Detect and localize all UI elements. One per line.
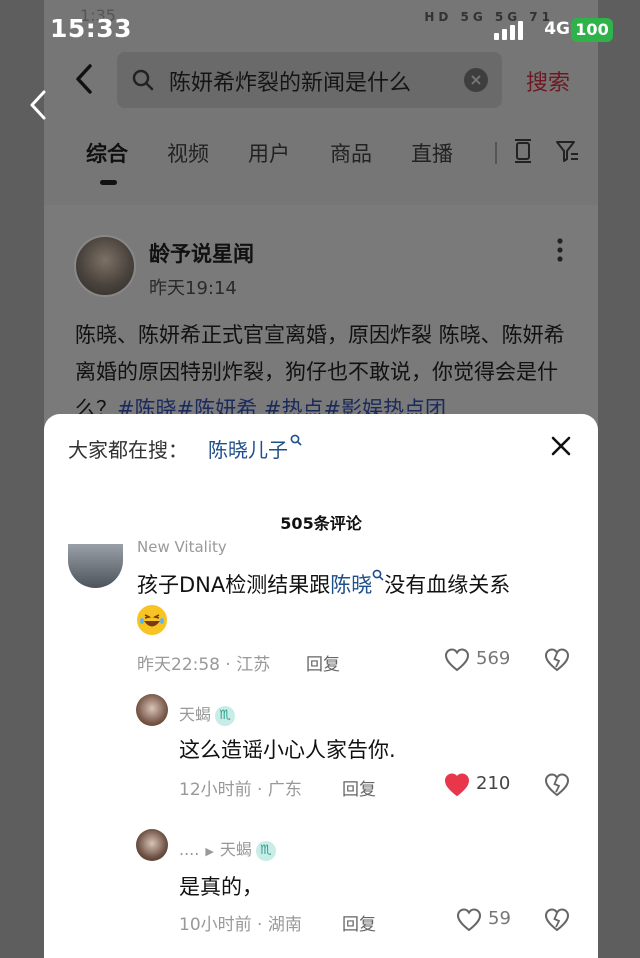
tab-live[interactable]: 直播: [411, 138, 453, 168]
dislike-icon[interactable]: [544, 907, 570, 933]
commenter-name[interactable]: 天蝎 ♏: [179, 701, 236, 726]
post-text: 陈晓、陈妍希正式官宣离婚，原因炸裂 陈晓、陈妍希离婚的原因特别炸裂，狗仔也不敢说…: [75, 317, 575, 428]
comment-text: 是真的，: [179, 875, 263, 899]
like-count: 210: [476, 773, 511, 794]
tab-users[interactable]: 用户: [248, 138, 290, 168]
dislike-icon[interactable]: [544, 647, 570, 673]
network-type: 4G: [544, 19, 570, 39]
tab-divider: [495, 142, 497, 164]
tab-products[interactable]: 商品: [330, 138, 372, 168]
hot-search-label: 大家都在搜：: [68, 438, 188, 462]
scorpio-icon: ♏: [255, 840, 276, 861]
device-status-bar: 15:33 4G 100: [0, 0, 640, 60]
like-count: 59: [488, 908, 511, 929]
search-button[interactable]: 搜索: [526, 65, 570, 97]
layout-icon[interactable]: [510, 138, 536, 164]
comments-count: 505条评论: [280, 514, 362, 533]
reply-button[interactable]: 回复: [342, 910, 376, 935]
comment-text: 孩子DNA检测结果跟陈晓 没有血缘关系: [137, 569, 510, 599]
device-time: 15:33: [50, 14, 133, 43]
comment-meta: 12小时前 · 广东: [179, 780, 302, 800]
post-time: 昨天19:14: [149, 278, 237, 299]
commenter-name-text: 天蝎: [179, 705, 212, 724]
clear-icon[interactable]: ×: [464, 68, 488, 92]
tab-all[interactable]: 综合: [86, 138, 128, 168]
reply-arrow-icon: ▶: [205, 845, 214, 858]
comment-text-part: 孩子DNA检测结果跟: [137, 573, 331, 597]
comment-link[interactable]: 陈晓: [330, 573, 372, 597]
hot-search-query: 陈晓儿子: [208, 438, 288, 462]
like-button[interactable]: 569: [444, 647, 524, 673]
tab-video[interactable]: 视频: [167, 138, 209, 168]
back-arrow-icon[interactable]: [72, 62, 96, 96]
heart-icon: [444, 648, 470, 672]
commenter-avatar[interactable]: [68, 544, 123, 588]
post-card[interactable]: 龄予说星闻 昨天19:14 陈晓、陈妍希正式官宣离婚，原因炸裂 陈晓、陈妍希离婚…: [44, 205, 598, 435]
reply-button[interactable]: 回复: [306, 650, 340, 675]
more-icon[interactable]: [556, 237, 564, 263]
dislike-icon[interactable]: [544, 772, 570, 798]
comment-text-part: 没有血缘关系: [384, 573, 511, 597]
comment-text: 这么造谣小心人家告你.: [179, 738, 396, 762]
active-tab-indicator: [100, 180, 117, 185]
heart-icon: [456, 908, 482, 932]
commenter-avatar[interactable]: [136, 694, 168, 726]
small-search-icon: [290, 434, 302, 446]
reply-prefix: ....: [179, 840, 200, 859]
commenter-name[interactable]: .... ▶ 天蝎 ♏: [179, 836, 276, 861]
search-icon: [132, 69, 154, 91]
laughing-emoji-icon: [137, 605, 167, 635]
battery-icon: 100: [571, 18, 613, 42]
search-query: 陈妍希炸裂的新闻是什么: [169, 71, 412, 96]
like-count: 569: [476, 648, 511, 669]
like-button[interactable]: 210: [444, 772, 524, 798]
like-button[interactable]: 59: [456, 907, 526, 933]
tab-bar: 综合 视频 用户 商品 直播: [44, 130, 598, 190]
scorpio-icon: ♏: [215, 705, 236, 726]
commenter-name[interactable]: New Vitality: [137, 538, 227, 556]
close-icon[interactable]: [550, 435, 572, 457]
commenter-name-text: 天蝎: [219, 840, 252, 859]
comments-sheet: 大家都在搜： 陈晓儿子 505条评论 New Vitality 孩子DNA检测结…: [44, 414, 598, 958]
search-input[interactable]: 陈妍希炸裂的新闻是什么 ×: [117, 52, 502, 108]
author-name[interactable]: 龄予说星闻: [149, 238, 254, 268]
author-avatar[interactable]: [74, 235, 136, 297]
comment-meta: 昨天22:58 · 江苏: [137, 655, 271, 675]
heart-filled-icon: [444, 773, 470, 797]
signal-icon: [494, 20, 524, 40]
filter-icon[interactable]: [554, 138, 580, 164]
hot-search-link[interactable]: 陈晓儿子: [208, 434, 302, 463]
comment-meta: 10小时前 · 湖南: [179, 915, 302, 935]
reply-button[interactable]: 回复: [342, 775, 376, 800]
commenter-avatar[interactable]: [136, 829, 168, 861]
overlay-back-icon[interactable]: [26, 88, 52, 122]
small-search-icon: [372, 569, 384, 581]
